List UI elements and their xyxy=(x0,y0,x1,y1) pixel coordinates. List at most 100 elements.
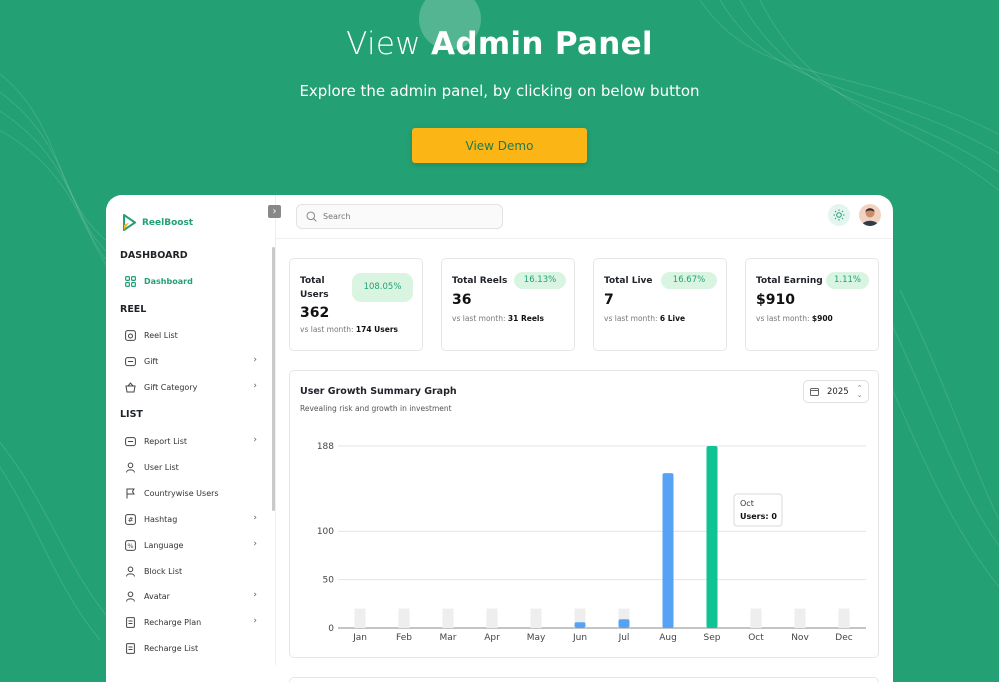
graph-title: User Growth Summary Graph xyxy=(300,386,457,397)
sidebar-item-label: Gift Category xyxy=(144,382,198,392)
chevron-right-icon: › xyxy=(253,381,257,391)
x-tick-label: Aug xyxy=(659,633,677,643)
block-user-icon xyxy=(125,566,136,577)
user-avatar[interactable] xyxy=(859,204,881,226)
calendar-icon xyxy=(810,388,819,396)
sidebar-item-label: Recharge List xyxy=(144,643,199,653)
x-tick-label: Jul xyxy=(618,633,630,643)
card-comparison: vs last month: 31 Reels xyxy=(452,314,544,323)
view-demo-button[interactable]: View Demo xyxy=(412,128,587,163)
sidebar-item-gift-category[interactable]: Gift Category › xyxy=(125,379,257,395)
tooltip-month: Oct xyxy=(740,499,754,508)
bar xyxy=(662,473,674,628)
basket-icon xyxy=(125,381,136,393)
comparison-label: vs last month: xyxy=(300,325,354,334)
report-icon xyxy=(125,436,136,447)
x-tick-label: Apr xyxy=(484,633,500,643)
chevron-right-icon: › xyxy=(253,616,257,626)
admin-panel-window: ReelBoost › DASHBOARD Dashboard REEL Ree… xyxy=(106,195,893,682)
chevron-updown-icon: ⌃ ⌄ xyxy=(856,383,863,399)
sidebar-item-recharge-list[interactable]: Recharge List xyxy=(125,640,257,656)
x-tick-label: Oct xyxy=(748,633,764,643)
bar-background xyxy=(486,608,498,628)
sidebar-item-block-list[interactable]: Block List xyxy=(125,563,257,579)
bar-background xyxy=(354,608,366,628)
sidebar-item-countrywise-users[interactable]: Countrywise Users xyxy=(125,485,257,501)
sidebar-item-recharge-plan[interactable]: Recharge Plan › xyxy=(125,614,257,630)
sidebar-item-reel-list[interactable]: Reel List xyxy=(125,327,257,343)
search-input[interactable] xyxy=(323,212,483,221)
card-title: Total Earning xyxy=(756,276,823,286)
hero-title: View Admin Panel xyxy=(0,26,999,62)
next-card-partial xyxy=(289,677,879,682)
reel-icon xyxy=(125,329,136,341)
card-comparison: vs last month: 6 Live xyxy=(604,314,685,323)
card-value: 36 xyxy=(452,292,472,308)
x-tick-label: Nov xyxy=(791,633,809,643)
comparison-value: $900 xyxy=(811,314,833,323)
hero-title-bold: Admin Panel xyxy=(431,26,653,62)
tooltip-value: Users: 0 xyxy=(740,512,777,521)
language-icon: % xyxy=(125,539,136,551)
x-tick-label: Sep xyxy=(704,633,721,643)
user-icon xyxy=(125,462,136,473)
sidebar-item-dashboard[interactable]: Dashboard xyxy=(125,273,257,289)
search-box[interactable] xyxy=(296,204,503,229)
sun-icon xyxy=(833,209,845,221)
sidebar: ReelBoost › DASHBOARD Dashboard REEL Ree… xyxy=(106,195,281,665)
bar xyxy=(706,446,718,628)
sidebar-scrollbar[interactable] xyxy=(272,247,275,511)
x-tick-label: Dec xyxy=(835,633,852,643)
hero-subtitle: Explore the admin panel, by clicking on … xyxy=(299,82,700,100)
sidebar-item-label: Gift xyxy=(144,356,159,366)
comparison-value: 6 Live xyxy=(659,314,686,323)
stat-card-total-reels: Total Reels 16.13% 36 vs last month: 31 … xyxy=(441,258,575,351)
change-badge: 108.05% xyxy=(352,273,413,302)
comparison-value: 31 Reels xyxy=(507,314,544,323)
avatar-icon xyxy=(125,591,136,602)
recharge-list-icon xyxy=(125,642,136,654)
bar-background xyxy=(530,608,542,628)
recharge-icon xyxy=(125,616,136,628)
bar xyxy=(618,619,630,628)
bar-chart: 0 50 100 188 Jan Feb Mar Apr May Jun Jul Aug Sep Oct N… xyxy=(317,442,866,643)
sidebar-item-label: Hashtag xyxy=(144,514,178,524)
sidebar-item-avatar[interactable]: Avatar › xyxy=(125,588,257,604)
chevron-right-icon: › xyxy=(253,539,257,549)
hashtag-icon: # xyxy=(125,513,136,525)
topbar xyxy=(276,195,893,239)
svg-text:%: % xyxy=(127,542,133,550)
stat-card-total-earning: Total Earning 1.11% $910 vs last month: … xyxy=(745,258,879,351)
sidebar-item-report-list[interactable]: Report List › xyxy=(125,433,257,449)
bar-background xyxy=(750,608,762,628)
section-dashboard: DASHBOARD xyxy=(120,250,188,261)
card-title: Total Live xyxy=(604,276,653,286)
card-comparison: vs last month: 174 Users xyxy=(300,325,398,334)
sidebar-item-label: Language xyxy=(144,540,184,550)
comparison-label: vs last month: xyxy=(604,314,658,323)
card-value: $910 xyxy=(756,292,795,308)
comparison-label: vs last month: xyxy=(452,314,506,323)
sidebar-item-hashtag[interactable]: # Hashtag › xyxy=(125,511,257,527)
card-title: Total Users xyxy=(300,276,329,300)
grid-icon xyxy=(125,275,136,287)
search-icon xyxy=(306,211,317,222)
sidebar-item-user-list[interactable]: User List xyxy=(125,459,257,475)
bar-background xyxy=(794,608,806,628)
x-tick-label: Jan xyxy=(352,633,367,643)
sidebar-item-label: Report List xyxy=(144,436,188,446)
brand-name: ReelBoost xyxy=(142,217,194,228)
chevron-right-icon: › xyxy=(253,513,257,523)
brand-logo[interactable]: ReelBoost xyxy=(122,214,193,231)
year-select[interactable]: 2025 ⌃ ⌄ xyxy=(803,380,869,403)
chevron-right-icon: › xyxy=(253,590,257,600)
theme-toggle-button[interactable] xyxy=(828,204,850,226)
chevron-right-icon: › xyxy=(253,355,257,365)
y-tick-label: 188 xyxy=(317,442,334,452)
gift-icon xyxy=(125,356,136,367)
sidebar-item-gift[interactable]: Gift › xyxy=(125,353,257,369)
sidebar-item-language[interactable]: % Language › xyxy=(125,537,257,553)
user-growth-graph-card: User Growth Summary Graph Revealing risk… xyxy=(289,370,879,658)
sidebar-item-label: Avatar xyxy=(144,591,170,601)
play-logo-icon xyxy=(123,214,136,231)
